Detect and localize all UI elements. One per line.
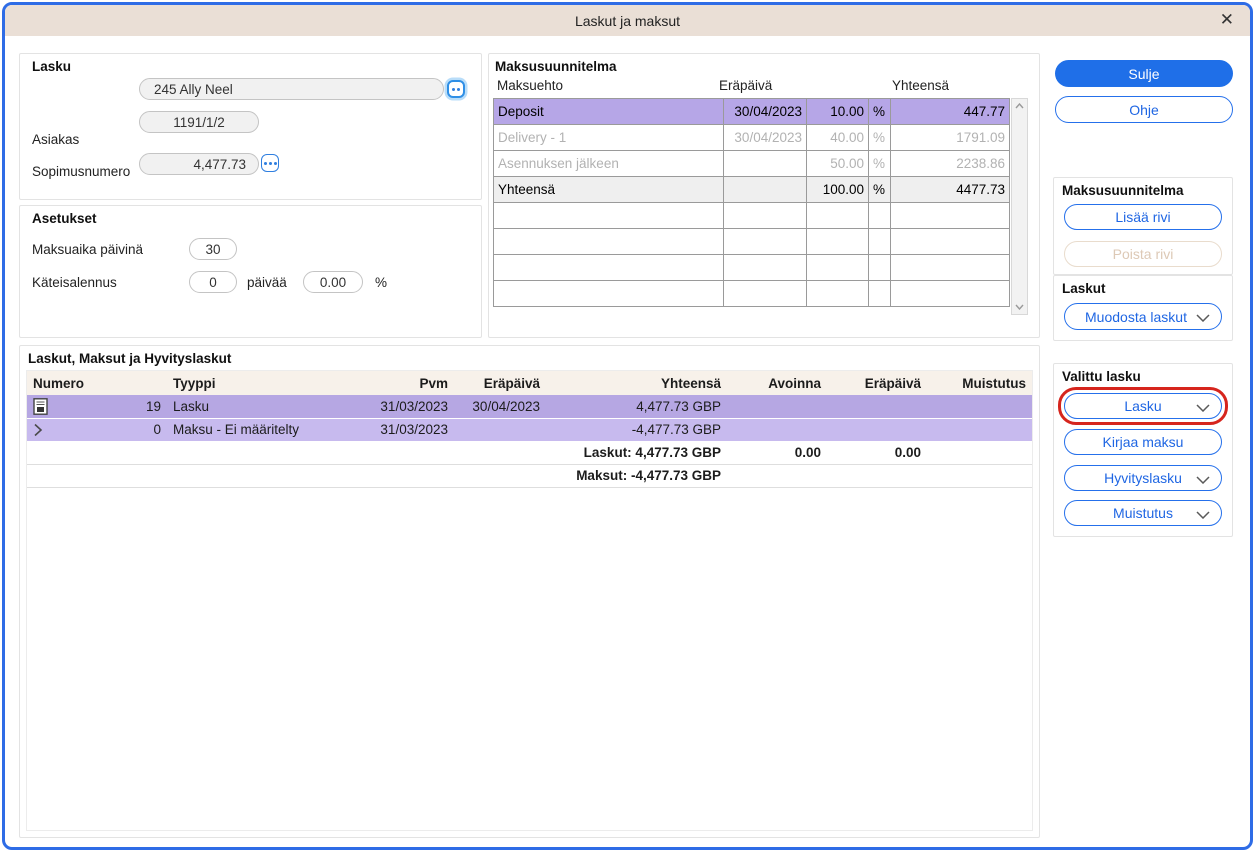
- muistutus-button[interactable]: Muistutus: [1064, 500, 1222, 526]
- totals-row-maksut: Maksut: -4,477.73 GBP: [27, 464, 1032, 487]
- invoice-table-header: Numero Tyyppi Pvm Eräpäivä Yhteensä Avoi…: [27, 371, 1032, 395]
- laskut-avoinna-total: 0.00: [727, 441, 827, 464]
- sidebar-maksusuunnitelma-group: Maksusuunnitelma Lisää rivi Poista rivi: [1053, 177, 1233, 275]
- kateisalennus-label: Käteisalennus: [32, 275, 117, 290]
- muodosta-laskut-button[interactable]: Muodosta laskut: [1064, 303, 1222, 330]
- maksuaika-value: 30: [205, 242, 220, 257]
- laskut-maksut-group: Laskut, Maksut ja Hyvityslaskut Numero T…: [19, 345, 1040, 838]
- laskut-ja-maksut-dialog: Laskut ja maksut ✕ Lasku Asiakas 245 All…: [2, 2, 1253, 850]
- invoice-number: 19: [146, 399, 161, 414]
- chevron-down-icon: [1196, 476, 1210, 484]
- kirjaa-maksu-button[interactable]: Kirjaa maksu: [1064, 429, 1222, 455]
- lasku-group: Lasku Asiakas 245 Ally Neel Sopimusnumer…: [19, 53, 482, 200]
- laskun-summa-field[interactable]: 4,477.73: [139, 153, 259, 175]
- invoice-icon: [33, 398, 48, 415]
- kateisalennus-paivat-field[interactable]: 0: [189, 271, 237, 293]
- screen: Laskut ja maksut ✕ Lasku Asiakas 245 All…: [0, 0, 1255, 852]
- chevron-down-icon: [1196, 404, 1210, 412]
- sulje-button[interactable]: Sulje: [1055, 60, 1233, 87]
- maksusuunnitelma-group: Maksusuunnitelma Maksuehto Eräpäivä Yhte…: [488, 53, 1040, 338]
- payment-plan-row-asennus[interactable]: Asennuksen jälkeen 50.00 % 2238.86: [494, 151, 1010, 177]
- invoice-table-area: Numero Tyyppi Pvm Eräpäivä Yhteensä Avoi…: [26, 370, 1033, 831]
- laskun-summa-ellipsis-icon[interactable]: [261, 154, 279, 172]
- laskut-erapaiva-total: 0.00: [827, 441, 927, 464]
- sopimusnumero-label: Sopimusnumero: [32, 164, 130, 179]
- scroll-down-icon[interactable]: [1015, 304, 1024, 310]
- asiakas-field[interactable]: 245 Ally Neel: [139, 78, 444, 100]
- col-maksuehto: Maksuehto: [497, 78, 563, 93]
- asiakas-lookup-icon[interactable]: [447, 80, 465, 98]
- maksuaika-label: Maksuaika päivinä: [32, 242, 143, 257]
- payment-plan-row-total: Yhteensä 100.00 % 4477.73: [494, 177, 1010, 203]
- payment-plan-empty-row: [494, 281, 1010, 307]
- maksusuunnitelma-title: Maksusuunnitelma: [495, 59, 617, 74]
- kateisalennus-prosentti-field[interactable]: 0.00: [303, 271, 363, 293]
- kateisalennus-prosentti-value: 0.00: [320, 275, 346, 290]
- lasku-group-title: Lasku: [32, 59, 71, 74]
- payment-plan-scrollbar[interactable]: [1011, 98, 1028, 315]
- sopimusnumero-field[interactable]: 1191/1/2: [139, 111, 259, 133]
- payment-plan-empty-row: [494, 255, 1010, 281]
- lasku-button[interactable]: Lasku: [1064, 393, 1222, 419]
- asiakas-label: Asiakas: [32, 132, 79, 147]
- dialog-title: Laskut ja maksut: [575, 13, 680, 29]
- sidebar-laskut-group: Laskut Muodosta laskut: [1053, 275, 1233, 341]
- chevron-down-icon: [1196, 511, 1210, 519]
- poista-rivi-button: Poista rivi: [1064, 241, 1222, 267]
- payment-number: 0: [153, 422, 161, 437]
- payment-plan-row-deposit[interactable]: Deposit 30/04/2023 10.00 % 447.77: [494, 99, 1010, 125]
- sidebar-maksusuunnitelma-title: Maksusuunnitelma: [1062, 183, 1184, 198]
- kateisalennus-paivat-value: 0: [209, 275, 217, 290]
- chevron-down-icon: [1196, 314, 1210, 322]
- paivaa-suffix: päivää: [247, 275, 287, 290]
- hyvityslasku-button[interactable]: Hyvityslasku: [1064, 465, 1222, 491]
- laskun-summa-value: 4,477.73: [193, 157, 246, 172]
- laskut-maksut-title: Laskut, Maksut ja Hyvityslaskut: [28, 351, 231, 366]
- scroll-up-icon[interactable]: [1015, 103, 1024, 109]
- col-yhteensa: Yhteensä: [892, 78, 949, 93]
- totals-row-laskut: Laskut: 4,477.73 GBP 0.00 0.00: [27, 441, 1032, 464]
- payment-plan-row-delivery[interactable]: Delivery - 1 30/04/2023 40.00 % 1791.09: [494, 125, 1010, 151]
- maksuaika-field[interactable]: 30: [189, 238, 237, 260]
- sopimusnumero-value: 1191/1/2: [173, 115, 225, 130]
- asetukset-group: Asetukset Maksuaika päivinä 30 Käteisale…: [19, 205, 482, 338]
- valittu-lasku-group: Valittu lasku Lasku Kirjaa maksu Hyvitys…: [1053, 363, 1233, 537]
- maksut-total: Maksut: -4,477.73 GBP: [546, 464, 727, 487]
- asetukset-group-title: Asetukset: [32, 211, 97, 226]
- close-icon[interactable]: ✕: [1220, 10, 1234, 30]
- sidebar-laskut-title: Laskut: [1062, 281, 1106, 296]
- payment-plan-empty-row: [494, 203, 1010, 229]
- ohje-button[interactable]: Ohje: [1055, 96, 1233, 123]
- col-erapaiva: Eräpäivä: [719, 78, 772, 93]
- valittu-lasku-title: Valittu lasku: [1062, 369, 1141, 384]
- asiakas-value: 245 Ally Neel: [154, 82, 443, 97]
- chevron-right-icon[interactable]: [33, 423, 43, 437]
- lisaa-rivi-button[interactable]: Lisää rivi: [1064, 204, 1222, 230]
- invoice-row[interactable]: 19 Lasku 31/03/2023 30/04/2023 4,477.73 …: [27, 395, 1032, 418]
- payment-plan-empty-row: [494, 229, 1010, 255]
- payment-row[interactable]: 0 Maksu - Ei määritelty 31/03/2023 -4,47…: [27, 418, 1032, 441]
- laskut-total: Laskut: 4,477.73 GBP: [546, 441, 727, 464]
- prosentti-suffix: %: [375, 275, 387, 290]
- payment-plan-grid: Deposit 30/04/2023 10.00 % 447.77 Delive…: [493, 98, 1010, 307]
- titlebar: Laskut ja maksut ✕: [5, 5, 1250, 36]
- invoice-table: Numero Tyyppi Pvm Eräpäivä Yhteensä Avoi…: [27, 371, 1032, 488]
